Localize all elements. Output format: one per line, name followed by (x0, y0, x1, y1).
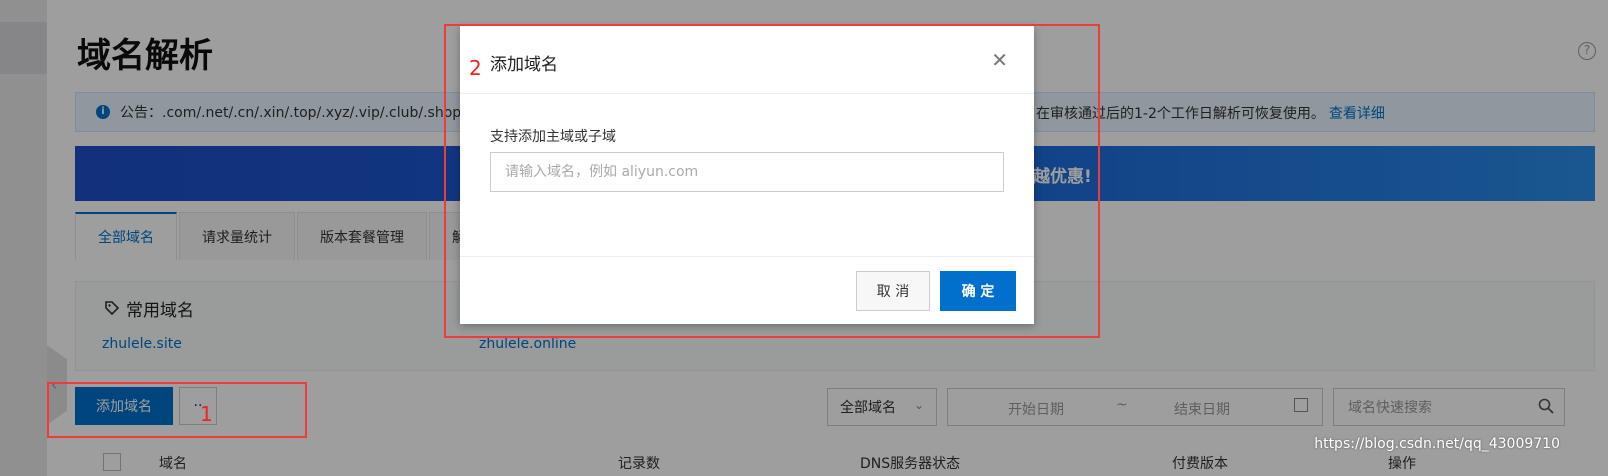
watermark: https://blog.csdn.net/qq_43009710 (1314, 436, 1560, 452)
annotation-number-2: 2 (469, 56, 482, 80)
annotation-box-1 (47, 382, 307, 438)
annotation-box-2 (444, 24, 1100, 338)
annotation-number-1: 1 (200, 402, 213, 426)
